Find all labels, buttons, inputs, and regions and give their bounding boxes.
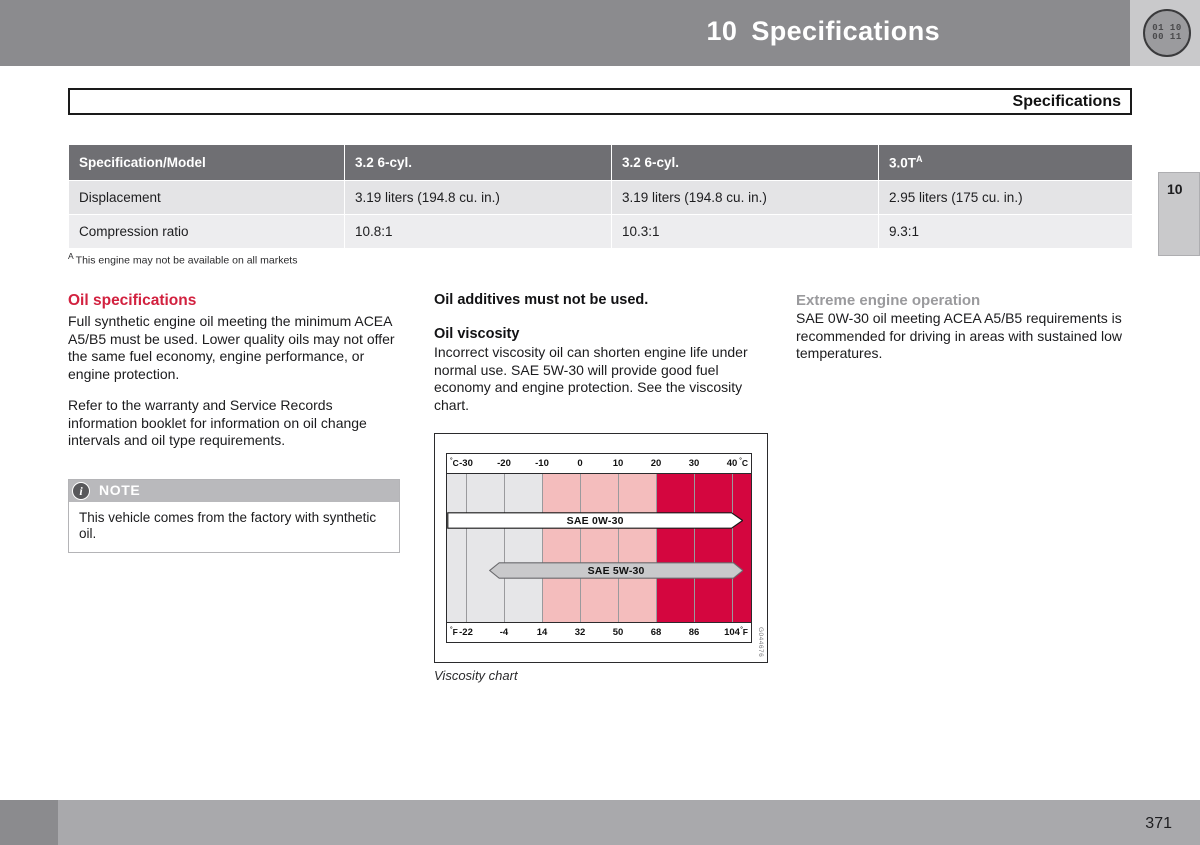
fahrenheit-tick-6: 86 [688,627,700,638]
temperature-bands [447,474,751,622]
footer-accent-block [0,800,58,845]
temperature-band-moderate [618,474,657,622]
image-code: G044676 [757,626,764,657]
temperature-band-cold [466,474,505,622]
celsius-unit-right: °C [739,457,748,468]
celsius-tick-0: -30 [459,458,473,469]
note-box: i NOTE This vehicle comes from the facto… [68,479,400,553]
table-cell-label: Compression ratio [69,214,344,248]
temperature-band-hot [732,474,751,622]
oil-specifications-heading: Oil specifications [68,292,197,309]
chapter-number: 10 [706,16,738,46]
page-title: 10 Specifications [707,16,941,47]
table-row: Displacement 3.19 liters (194.8 cu. in.)… [69,180,1132,214]
viscosity-chart-plot: °C °C -30 -20 -10 0 10 20 30 40 °F °F -22 -4 14 32… [446,453,752,643]
temperature-band-hot [656,474,695,622]
oil-viscosity-paragraph: Incorrect viscosity oil can shorten engi… [434,344,748,413]
temperature-band-hot [694,474,733,622]
oil-additives-heading: Oil additives must not be used. [434,292,649,308]
table-header-footnote-mark: A [916,154,923,164]
table-cell-value: 2.95 liters (175 cu. in.) [879,180,1132,214]
header-accent-block: 01 10 00 11 [1130,0,1200,66]
table-header-cell-spec: Specification/Model [69,145,344,180]
celsius-axis: °C °C -30 -20 -10 0 10 20 30 40 [447,454,751,474]
content-column-right: Extreme engine operation SAE 0W-30 oil m… [796,292,1126,377]
fahrenheit-tick-3: 32 [574,627,586,638]
table-row: Compression ratio 10.8:1 10.3:1 9.3:1 [69,214,1132,248]
table-header-row: Specification/Model 3.2 6-cyl. 3.2 6-cyl… [69,145,1132,180]
content-column-middle: Oil additives must not be used. Oil visc… [434,292,764,414]
chart-caption: Viscosity chart [434,668,518,683]
celsius-tick-6: 30 [688,458,700,469]
section-title: Specifications [1012,93,1121,110]
page-number: 371 [1145,815,1172,832]
table-cell-value: 9.3:1 [879,214,1132,248]
fahrenheit-tick-7: 104 [724,627,740,638]
table-cell-value: 10.3:1 [612,214,878,248]
footnote-text: This engine may not be available on all … [75,254,298,267]
footnote-mark: A [68,251,74,261]
fahrenheit-unit-left: °F [450,626,458,637]
binary-icon-line2: 00 11 [1152,32,1182,42]
viscosity-bar-0w30-label: SAE 0W-30 [566,514,624,527]
note-box-title: NOTE [99,482,141,498]
fahrenheit-tick-4: 50 [612,627,624,638]
viscosity-bar-0w30: SAE 0W-30 [447,512,744,529]
table-header-cell-model2: 3.2 6-cyl. [612,145,878,180]
oil-specifications-paragraph-1: Full synthetic engine oil meeting the mi… [68,313,395,382]
extreme-engine-operation-heading: Extreme engine operation [796,292,981,309]
content-column-left: Oil specifications Full synthetic engine… [68,292,398,464]
celsius-unit-left: °C [450,457,459,468]
page-header-bar: 10 Specifications 01 10 00 11 [0,0,1200,66]
info-icon: i [72,482,90,500]
temperature-band-cold [504,474,543,622]
viscosity-bar-5w30-label: SAE 5W-30 [587,564,645,577]
oil-specifications-paragraph-2: Refer to the warranty and Service Record… [68,397,367,448]
table-header-model3-text: 3.0T [889,155,917,171]
celsius-tick-1: -20 [497,458,511,469]
note-box-header: i NOTE [69,480,399,502]
table-header-cell-model1: 3.2 6-cyl. [345,145,611,180]
chapter-title: Specifications [751,16,940,46]
chapter-tab-number: 10 [1167,181,1183,197]
viscosity-chart: °C °C -30 -20 -10 0 10 20 30 40 °F °F -22 -4 14 32… [434,433,768,663]
fahrenheit-tick-0: -22 [459,627,473,638]
extreme-engine-operation-paragraph: SAE 0W-30 oil meeting ACEA A5/B5 require… [796,310,1123,361]
fahrenheit-tick-5: 68 [650,627,662,638]
celsius-tick-5: 20 [650,458,662,469]
oil-viscosity-heading: Oil viscosity [434,326,520,342]
page-footer-bar: 371 [0,800,1200,845]
table-cell-value: 10.8:1 [345,214,611,248]
fahrenheit-axis: °F °F -22 -4 14 32 50 68 86 104 [447,622,751,642]
fahrenheit-tick-1: -4 [499,627,509,638]
temperature-band-moderate [542,474,581,622]
viscosity-bar-5w30: SAE 5W-30 [488,562,744,579]
section-title-bar: Specifications [68,88,1132,115]
binary-icon: 01 10 00 11 [1143,9,1191,57]
celsius-tick-2: -10 [535,458,549,469]
celsius-tick-4: 10 [612,458,624,469]
table-header-cell-model3: 3.0TA [879,145,1132,180]
celsius-tick-3: 0 [577,458,583,469]
celsius-tick-7: 40 [726,458,738,469]
table-cell-value: 3.19 liters (194.8 cu. in.) [612,180,878,214]
specifications-table: Specification/Model 3.2 6-cyl. 3.2 6-cyl… [68,144,1133,249]
table-cell-label: Displacement [69,180,344,214]
temperature-band-cold [447,474,467,622]
note-box-text: This vehicle comes from the factory with… [79,510,377,541]
fahrenheit-tick-2: 14 [536,627,548,638]
fahrenheit-unit-right: °F [740,626,748,637]
table-footnote: A This engine may not be available on all… [68,251,297,267]
table-cell-value: 3.19 liters (194.8 cu. in.) [345,180,611,214]
temperature-band-moderate [580,474,619,622]
chapter-tab[interactable]: 10 [1158,172,1200,256]
